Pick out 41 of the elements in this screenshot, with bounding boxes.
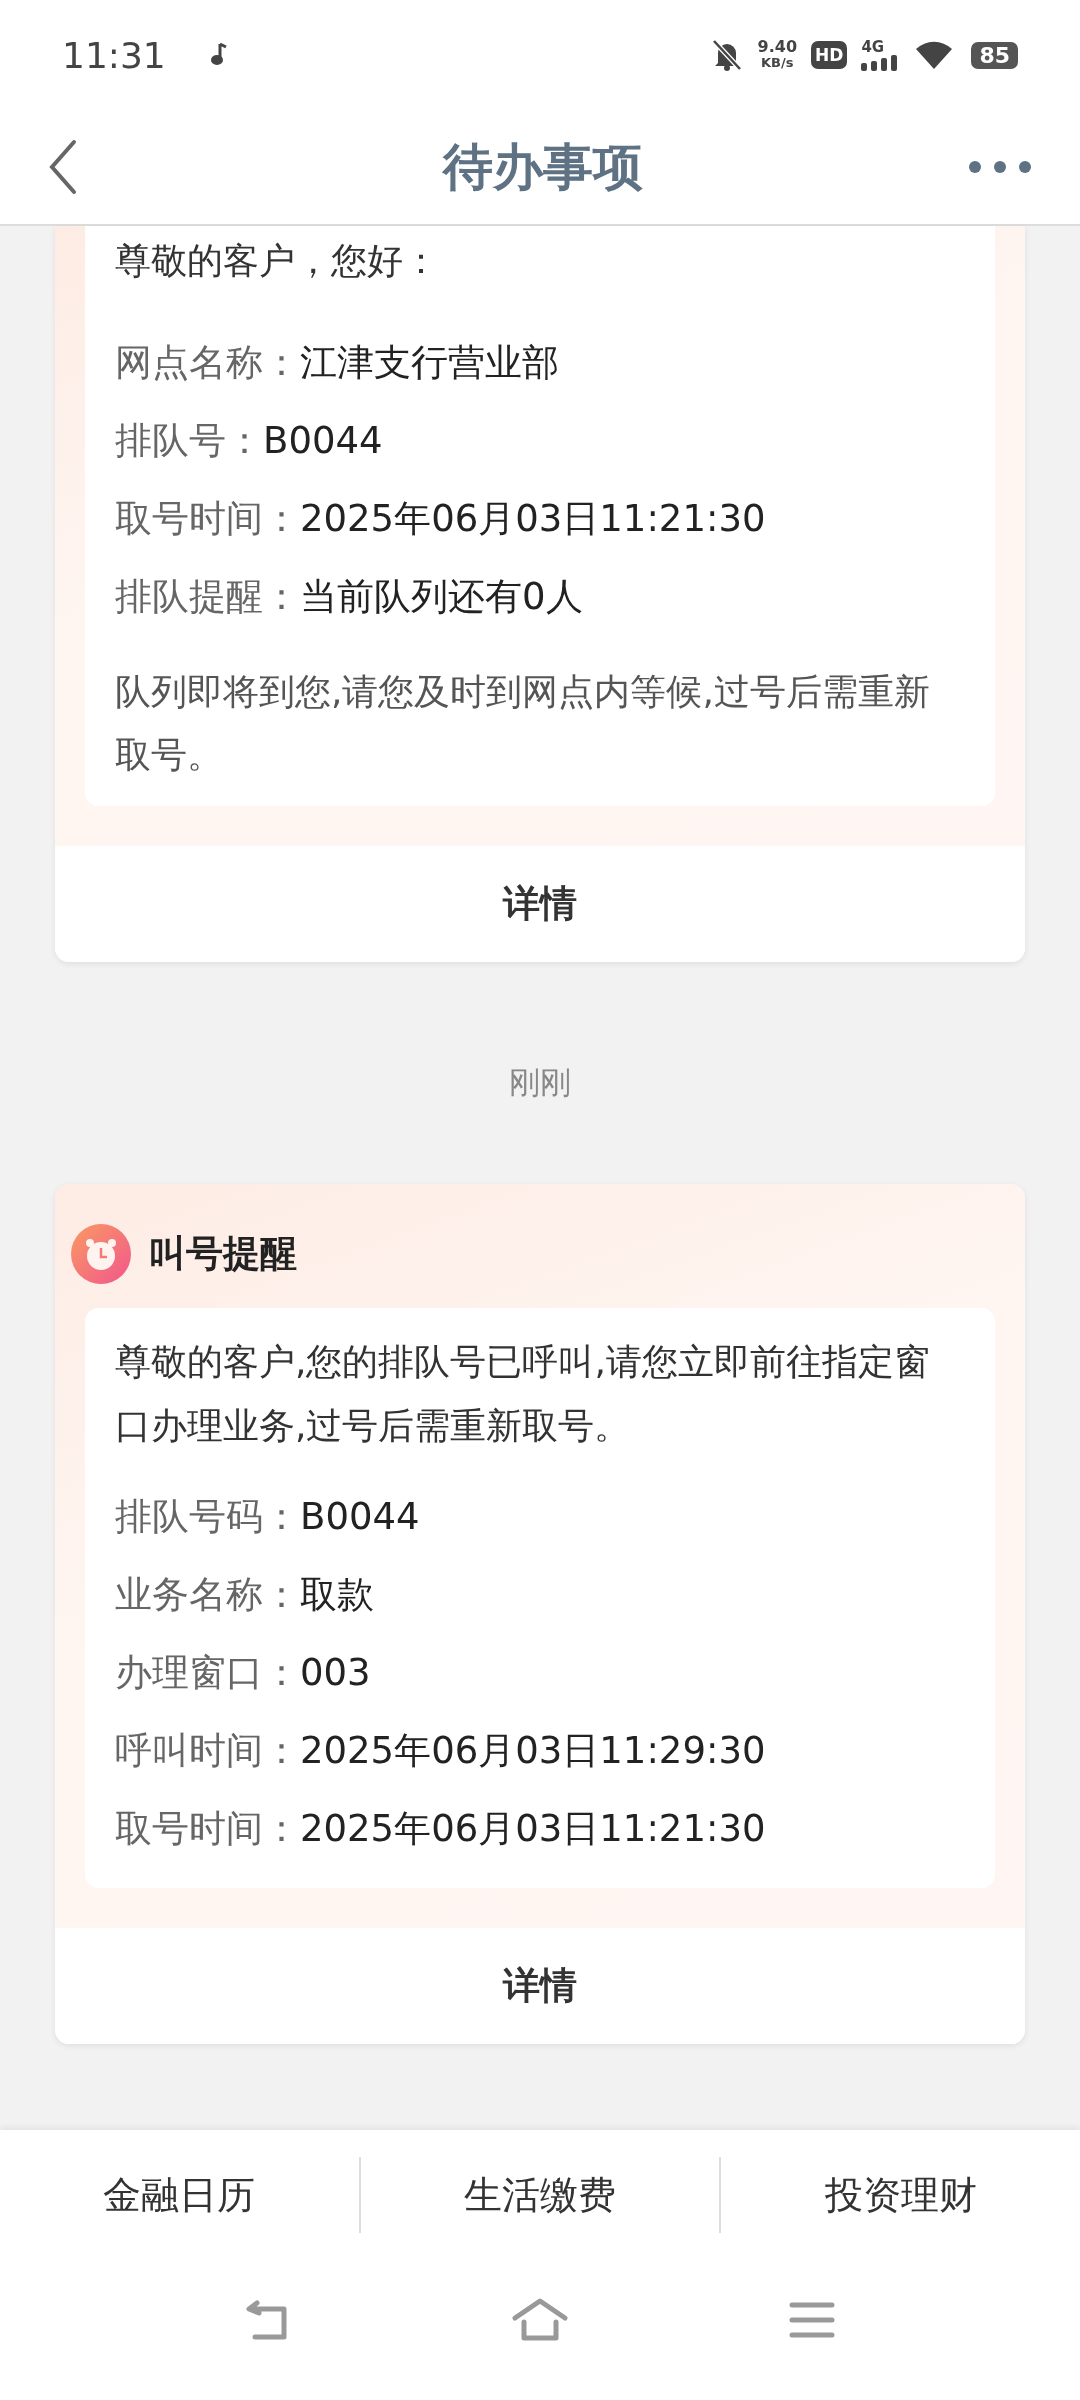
field-value: 当前队列还有0人 <box>300 574 583 620</box>
field-label: 排队提醒： <box>115 574 300 620</box>
details-button[interactable]: 详情 <box>55 846 1025 962</box>
details-button[interactable]: 详情 <box>55 1928 1025 2044</box>
bottom-tab[interactable]: 金融日历 <box>0 2168 359 2222</box>
bottom-tab[interactable]: 投资理财 <box>721 2168 1080 2222</box>
message-time: 刚刚 <box>509 1064 571 1100</box>
menu-icon[interactable] <box>789 2301 835 2339</box>
back-icon[interactable] <box>48 139 78 195</box>
field-value: 003 <box>300 1650 371 1696</box>
network-type: 4G <box>861 39 885 55</box>
net-speed: 9.40 <box>757 39 798 55</box>
field-value: 江津支行营业部 <box>300 340 559 386</box>
field-value: 2025年06月03日11:21:30 <box>300 1806 766 1852</box>
status-time: 11:31 <box>62 34 166 76</box>
note-text: 队列即将到您,请您及时到网点内等候,过号后需重新取号。 <box>115 670 931 777</box>
wifi-icon <box>915 40 954 70</box>
bottom-tab[interactable]: 生活缴费 <box>360 2168 720 2222</box>
field-label: 呼叫时间： <box>115 1728 300 1774</box>
field-label: 取号时间： <box>115 496 300 542</box>
field-value: B0044 <box>300 1494 420 1540</box>
hd-badge: HD <box>811 41 848 69</box>
message-text: 尊敬的客户,您的排队号已呼叫,请您立即前往指定窗口办理业务,过号后需重新取号。 <box>115 1340 931 1448</box>
field-label: 取号时间： <box>115 1806 300 1852</box>
card-title: 叫号提醒 <box>149 1231 297 1277</box>
message-text: 尊敬的客户，您好： <box>115 239 440 283</box>
battery-indicator: 85 <box>971 41 1018 69</box>
alarm-clock-icon <box>71 1224 131 1284</box>
more-icon[interactable] <box>968 160 1032 174</box>
field-label: 网点名称： <box>115 340 300 386</box>
field-label: 排队号码： <box>115 1494 300 1540</box>
field-label: 业务名称： <box>115 1572 300 1618</box>
field-label: 办理窗口： <box>115 1650 300 1696</box>
field-label: 排队号： <box>115 418 263 464</box>
field-value: 取款 <box>300 1572 374 1618</box>
page-title: 待办事项 <box>443 136 643 198</box>
home-icon[interactable] <box>511 2298 569 2342</box>
net-speed-unit: KB/s <box>761 55 794 71</box>
field-value: B0044 <box>263 418 383 464</box>
field-value: 2025年06月03日11:21:30 <box>300 496 766 542</box>
field-value: 2025年06月03日11:29:30 <box>300 1728 766 1774</box>
